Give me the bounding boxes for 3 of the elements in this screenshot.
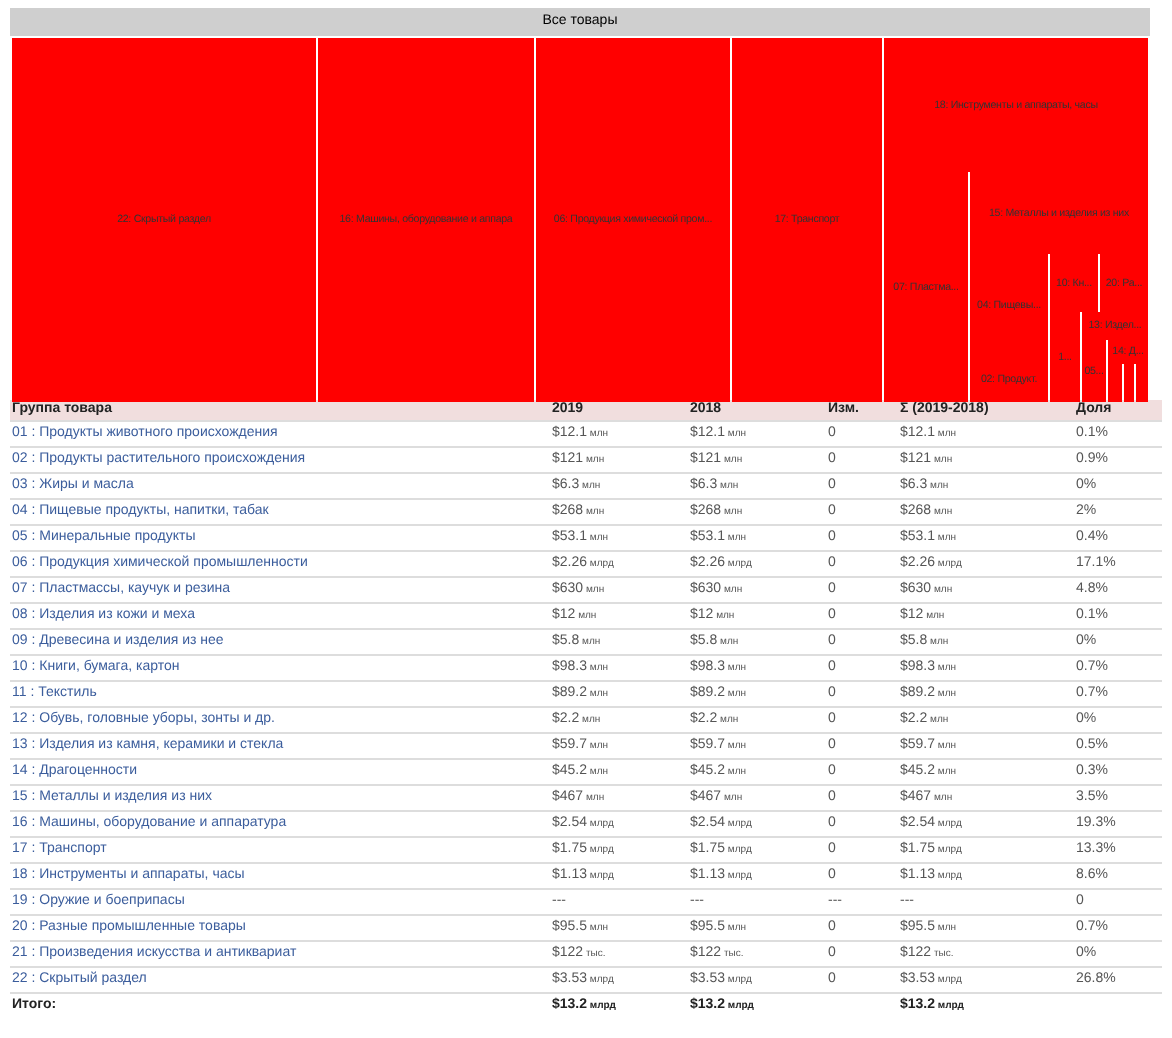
treemap-tile[interactable] — [1136, 390, 1148, 402]
treemap-tile[interactable] — [1108, 364, 1122, 402]
treemap-tile[interactable] — [1124, 364, 1134, 402]
